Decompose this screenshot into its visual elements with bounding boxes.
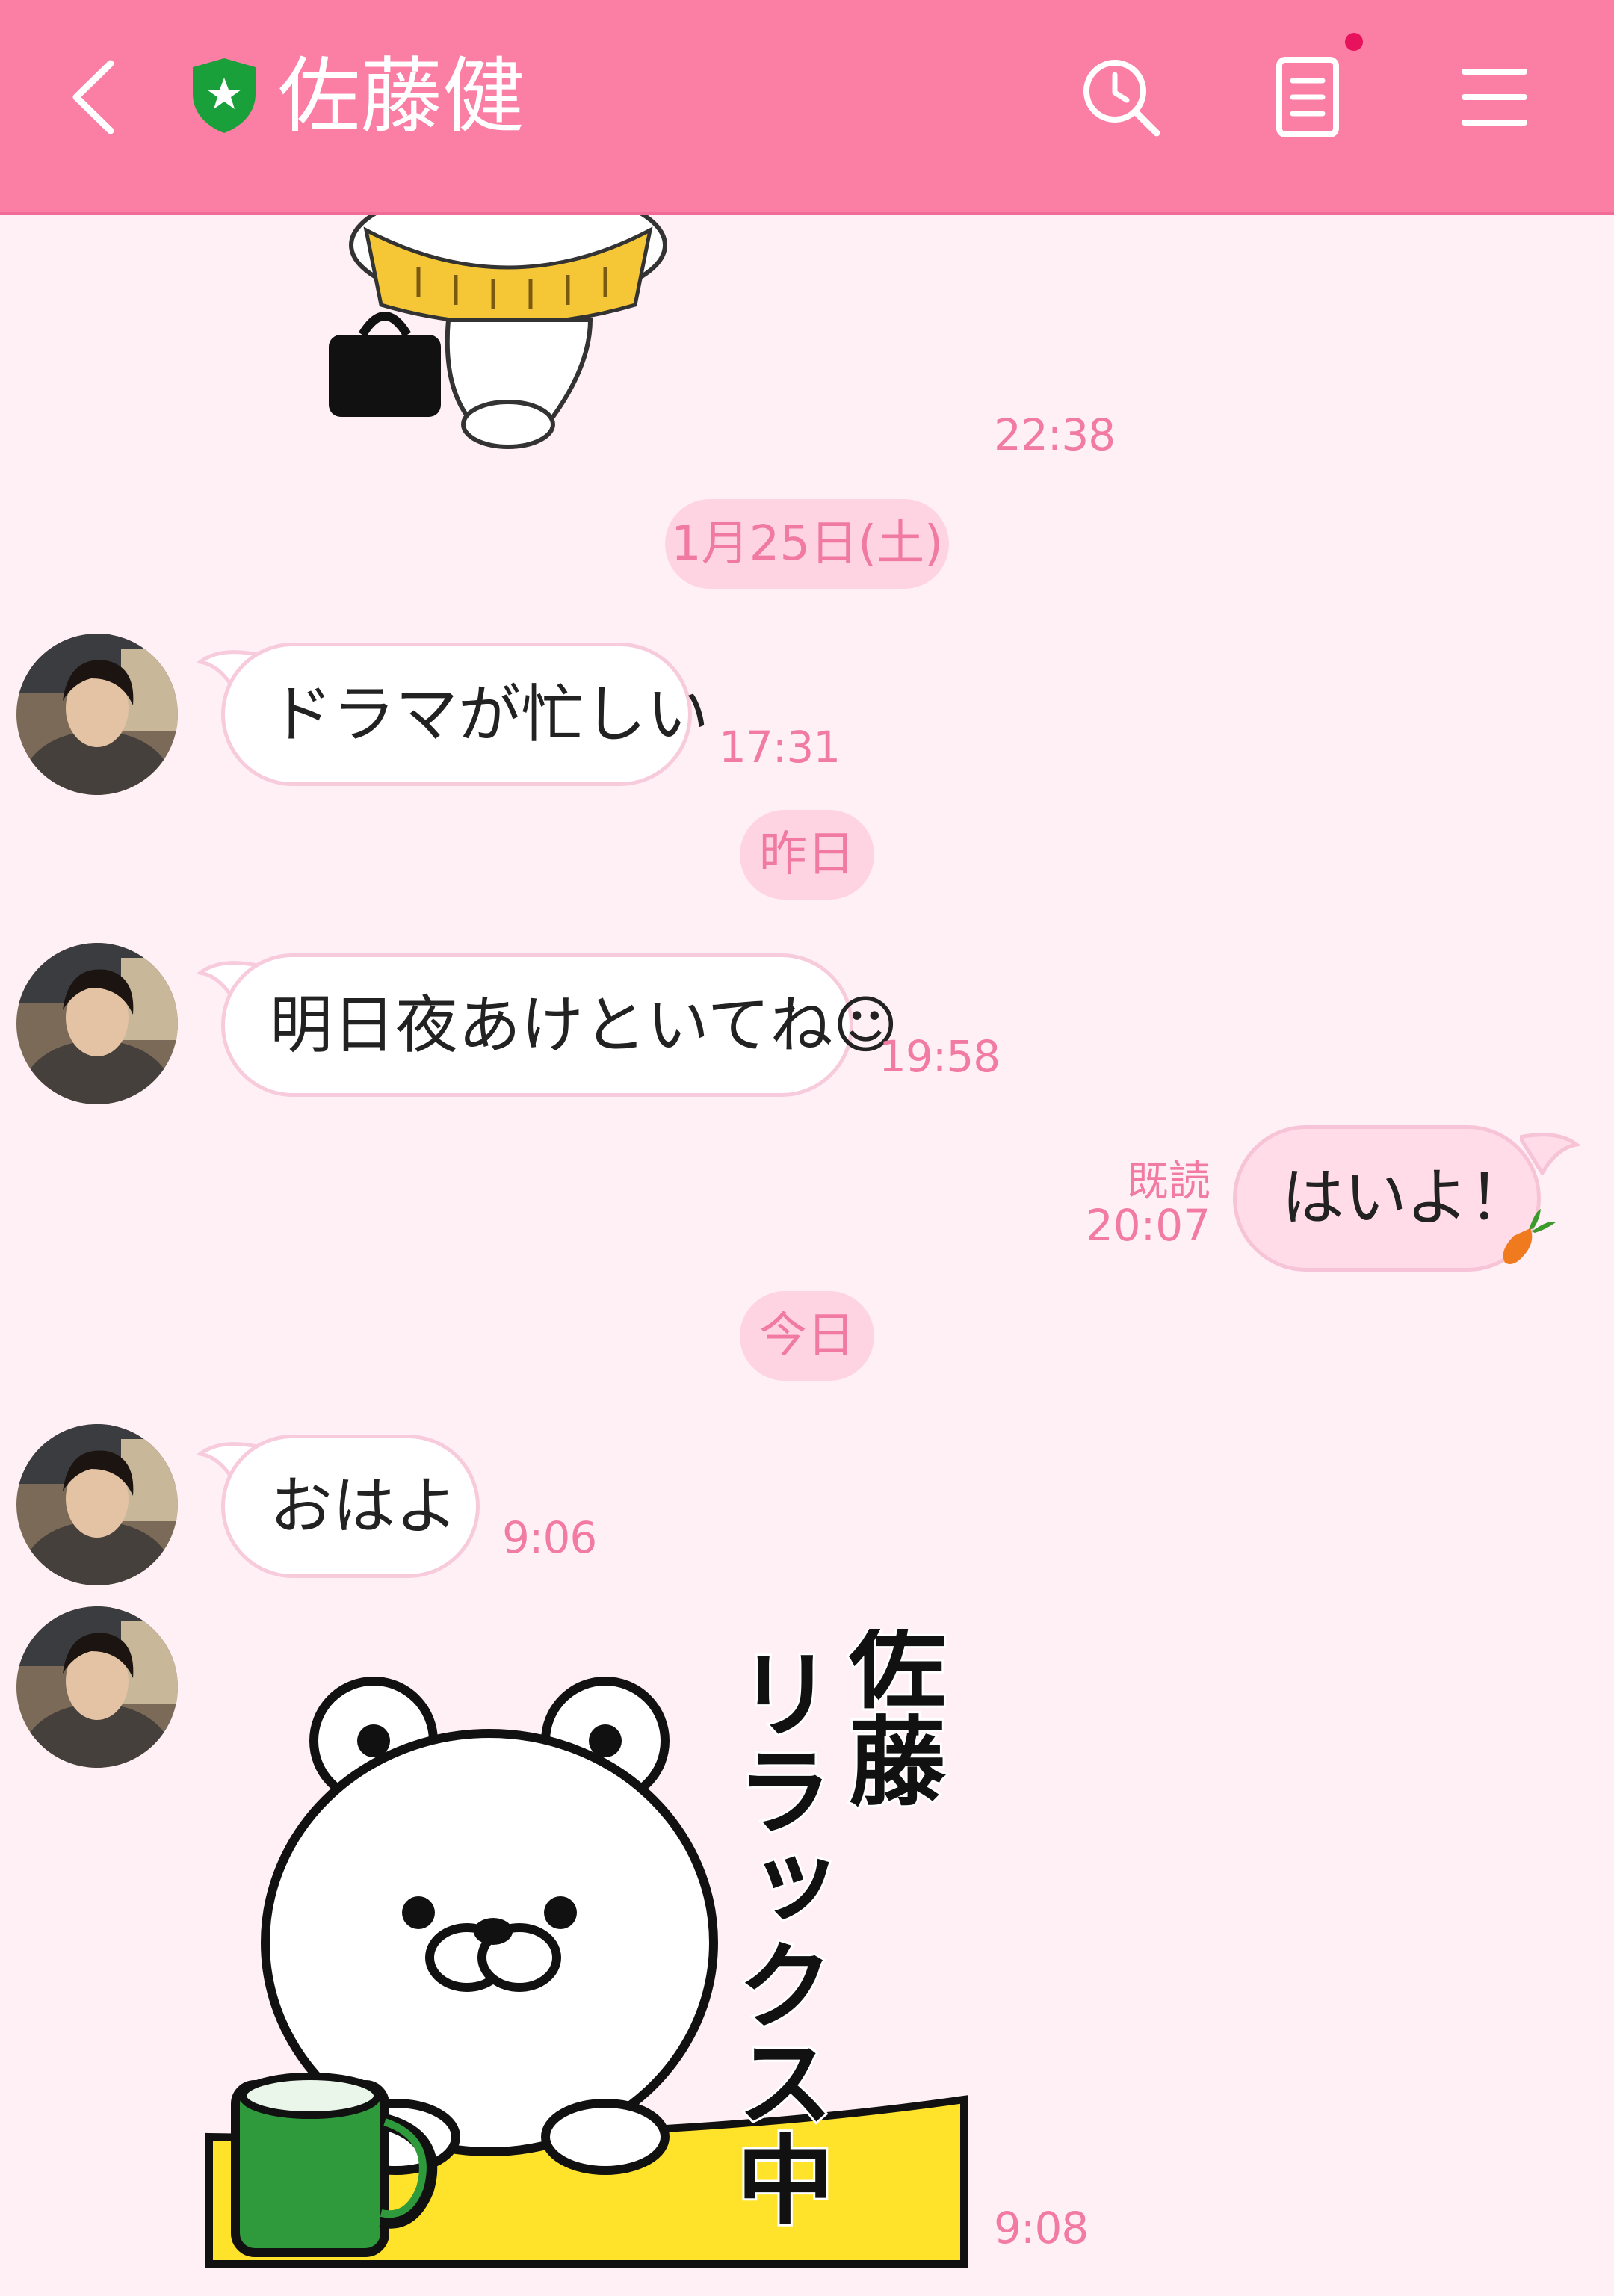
clock-search-icon[interactable] — [1076, 52, 1166, 142]
read-receipt: 既読 — [1127, 1157, 1210, 1206]
contact-avatar[interactable] — [16, 943, 178, 1104]
contact-avatar[interactable] — [16, 1606, 178, 1768]
message-bubble[interactable]: おはよ — [221, 1435, 480, 1578]
message-time: 20:07 — [1085, 1200, 1210, 1251]
notes-icon[interactable] — [1263, 52, 1352, 142]
chat-header: 佐藤健 — [0, 0, 1614, 215]
bear-sticker[interactable]: 佐藤 リラックス中 — [202, 1629, 971, 2271]
verified-shield-icon — [193, 58, 256, 133]
date-separator: 今日 — [740, 1291, 874, 1381]
sticker-text: リラックス中 — [720, 1644, 834, 2227]
contact-avatar[interactable] — [16, 634, 178, 795]
message-bubble[interactable]: 明日夜あけといてね☺ — [221, 953, 898, 1097]
back-chevron-icon[interactable] — [52, 52, 134, 142]
message-bubble[interactable]: ドラマが忙しい — [221, 643, 709, 786]
date-separator: 1月25日(土) — [665, 499, 949, 589]
message-time: 9:06 — [502, 1512, 597, 1563]
message-time: 17:31 — [719, 722, 841, 773]
notification-dot — [1345, 33, 1363, 51]
hamburger-menu-icon[interactable] — [1450, 52, 1539, 142]
chat-title: 佐藤健 — [278, 49, 525, 144]
carrot-icon — [1503, 1209, 1556, 1264]
chat-screen: 佐藤健 22:38 1月25日(土) ドラマが忙しい 17:31 昨日 明日夜あ… — [0, 0, 1614, 2296]
date-separator: 昨日 — [740, 810, 874, 900]
sticker-text: 佐藤 — [832, 1629, 947, 1808]
message-time: 9:08 — [994, 2203, 1089, 2253]
message-time: 22:38 — [994, 409, 1116, 460]
contact-avatar[interactable] — [16, 1424, 178, 1585]
rabbit-sticker[interactable] — [306, 215, 710, 454]
message-time: 19:58 — [879, 1031, 1001, 1082]
bubble-tail — [1520, 1133, 1580, 1175]
